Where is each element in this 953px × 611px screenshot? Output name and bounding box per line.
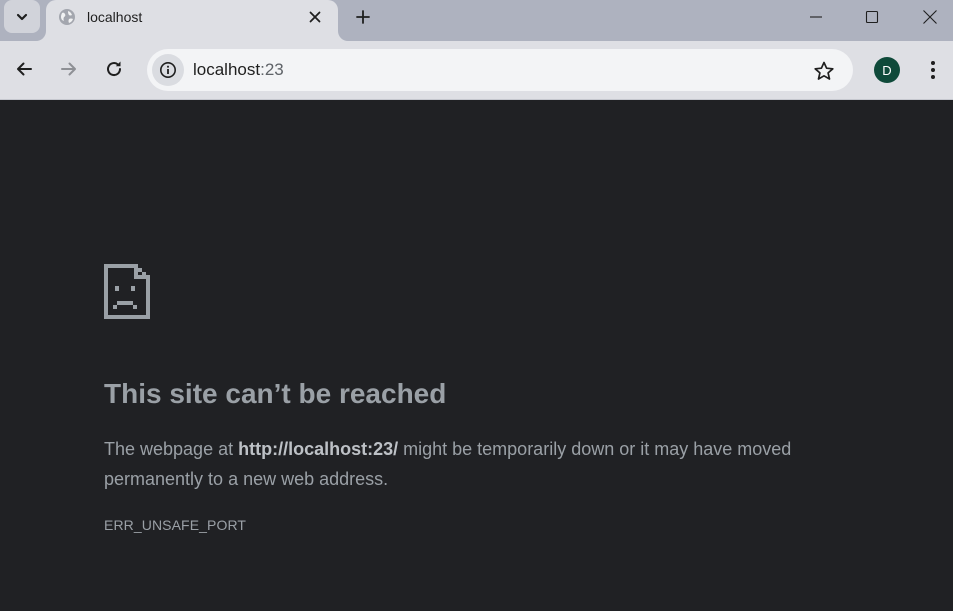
maximize-button[interactable] xyxy=(849,0,895,33)
tab-close-button[interactable] xyxy=(304,6,326,28)
new-tab-button[interactable] xyxy=(349,3,377,31)
error-title: This site can’t be reached xyxy=(104,378,447,409)
close-icon xyxy=(923,9,937,24)
arrow-right-icon xyxy=(61,62,76,76)
profile-avatar[interactable]: D xyxy=(874,57,900,83)
error-url: http://localhost:23/ xyxy=(238,439,399,459)
tab-search-button[interactable] xyxy=(4,0,40,33)
star-icon xyxy=(814,61,834,80)
tab-localhost[interactable]: localhost xyxy=(46,0,338,41)
toolbar: localhost:23 D xyxy=(0,41,953,99)
more-vert-icon xyxy=(931,61,935,79)
broken-page-icon xyxy=(104,264,150,319)
close-icon xyxy=(309,11,321,23)
url-port: :23 xyxy=(260,60,284,79)
browser-window: localhost localhost:23 D This site can’t… xyxy=(0,0,953,611)
reload-button[interactable] xyxy=(97,52,131,86)
back-button[interactable] xyxy=(7,52,41,86)
error-description: The webpage at http://localhost:23/ migh… xyxy=(104,434,864,494)
plus-icon xyxy=(356,10,370,24)
window-close-button[interactable] xyxy=(907,0,953,33)
bookmark-button[interactable] xyxy=(811,58,837,84)
chevron-down-icon xyxy=(16,13,28,20)
forward-button[interactable] xyxy=(52,52,86,86)
arrow-left-icon xyxy=(17,62,32,76)
reload-icon xyxy=(107,61,122,77)
minimize-button[interactable] xyxy=(793,0,839,33)
minimize-icon xyxy=(810,15,822,18)
error-desc-prefix: The webpage at xyxy=(104,439,239,459)
url-text[interactable]: localhost:23 xyxy=(193,60,284,80)
address-bar[interactable]: localhost:23 xyxy=(147,49,853,91)
error-page: This site can’t be reached The webpage a… xyxy=(0,100,953,611)
maximize-icon xyxy=(865,10,879,23)
chrome-menu-button[interactable] xyxy=(918,55,948,85)
tab-title: localhost xyxy=(87,9,143,25)
url-host: localhost xyxy=(193,60,261,79)
tab-strip: localhost xyxy=(0,0,953,41)
info-icon xyxy=(160,62,176,78)
error-code: ERR_UNSAFE_PORT xyxy=(104,517,247,533)
globe-icon xyxy=(59,9,75,25)
site-info-button[interactable] xyxy=(152,54,184,86)
